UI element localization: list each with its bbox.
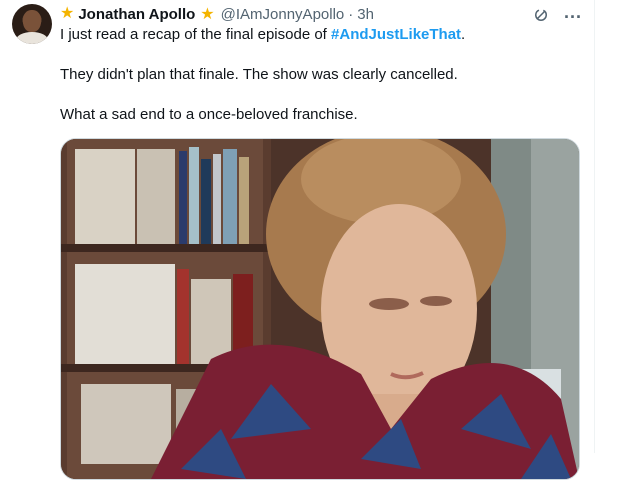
tweet-text: I just read a recap of the final episode… — [60, 25, 580, 145]
tweet-actions: ... — [532, 3, 582, 24]
tweet-media-gif[interactable] — [60, 138, 580, 480]
tweet-line-2: They didn't plan that finale. The show w… — [60, 66, 458, 83]
gif-still-image — [61, 139, 579, 479]
tweet-line-1-suffix: . — [461, 26, 466, 43]
hashtag-link[interactable]: #AndJustLikeThat — [331, 26, 461, 43]
more-icon[interactable]: ... — [564, 3, 582, 21]
column-divider — [594, 0, 595, 453]
avatar-shirt — [16, 32, 48, 44]
avatar-face — [23, 10, 41, 32]
tweet-line-3: What a sad end to a once-beloved franchi… — [60, 106, 358, 123]
user-handle[interactable]: @IAmJonnyApollo — [221, 6, 345, 23]
grok-icon[interactable] — [532, 6, 550, 24]
timestamp[interactable]: 3h — [357, 6, 374, 23]
display-name[interactable]: Jonathan Apollo — [78, 6, 195, 23]
separator-dot: · — [348, 5, 354, 23]
star-icon: ★ — [200, 6, 215, 23]
tweet-line-1: I just read a recap of the final episode… — [60, 25, 580, 45]
star-icon: ★ — [60, 5, 75, 22]
tweet-header: ★ Jonathan Apollo ★ @IAmJonnyApollo · 3h — [60, 4, 374, 24]
tweet-line-1-prefix: I just read a recap of the final episode… — [60, 26, 332, 43]
avatar[interactable] — [12, 4, 52, 44]
